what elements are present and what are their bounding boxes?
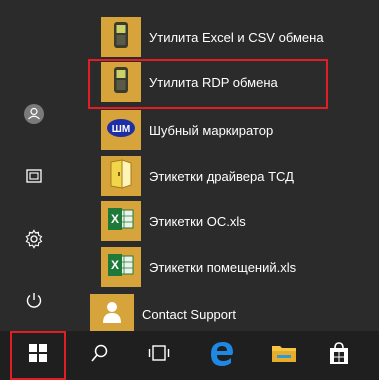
- app-label: Contact Support: [142, 306, 236, 322]
- app-tile: [101, 17, 141, 57]
- app-label: Утилита Excel и CSV обмена: [149, 29, 324, 45]
- shm-logo-icon: ШМ: [106, 118, 136, 143]
- app-label: Этикетки драйвера ТСД: [149, 168, 294, 184]
- store-button[interactable]: [315, 331, 363, 380]
- excel-icon: X: [107, 206, 135, 237]
- app-tile: [101, 156, 141, 196]
- app-item-excel-csv-utility[interactable]: Утилита Excel и CSV обмена: [93, 15, 365, 59]
- start-menu: Утилита Excel и CSV обмена Утилита RDP о…: [0, 0, 379, 334]
- settings-button[interactable]: [0, 221, 68, 261]
- power-button[interactable]: [0, 282, 68, 322]
- taskbar: [0, 331, 379, 380]
- app-label: Этикетки ОС.xls: [149, 213, 246, 229]
- handheld-scanner-icon: [112, 21, 130, 54]
- documents-button[interactable]: [0, 158, 68, 198]
- windows-start-icon: [29, 344, 47, 367]
- app-item-os-labels-xls[interactable]: X Этикетки ОС.xls: [93, 199, 365, 243]
- file-explorer-icon: [271, 342, 297, 369]
- svg-text:X: X: [111, 212, 119, 226]
- edge-browser-button[interactable]: [198, 331, 246, 380]
- start-button[interactable]: [10, 331, 66, 380]
- document-folder-icon: [109, 158, 133, 194]
- app-item-room-labels-xls[interactable]: X Этикетки помещений.xls: [93, 245, 365, 289]
- person-icon: [101, 300, 123, 329]
- app-item-tsd-labels[interactable]: Этикетки драйвера ТСД: [93, 154, 365, 198]
- settings-icon: [24, 228, 44, 254]
- user-account-button[interactable]: [0, 96, 68, 136]
- app-tile: X: [101, 201, 141, 241]
- task-view-button[interactable]: [135, 331, 183, 380]
- svg-text:X: X: [111, 258, 119, 272]
- user-icon: [23, 103, 45, 130]
- power-icon: [25, 291, 43, 314]
- file-explorer-button[interactable]: [260, 331, 308, 380]
- app-label: Шубный маркиратор: [149, 122, 274, 138]
- app-item-shm-markirator[interactable]: ШМ Шубный маркиратор: [93, 108, 365, 152]
- edge-icon: [208, 339, 236, 372]
- documents-icon: [25, 167, 43, 190]
- app-tile: ШМ: [101, 110, 141, 150]
- selection-highlight: [88, 59, 328, 109]
- task-view-icon: [148, 344, 170, 367]
- excel-icon: X: [107, 252, 135, 283]
- app-item-contact-support[interactable]: Contact Support: [90, 292, 362, 336]
- app-list: Утилита Excel и CSV обмена Утилита RDP о…: [90, 0, 365, 334]
- svg-text:ШМ: ШМ: [112, 124, 130, 135]
- search-button[interactable]: [76, 331, 124, 380]
- store-icon: [329, 341, 349, 370]
- app-tile: X: [101, 247, 141, 287]
- app-label: Этикетки помещений.xls: [149, 259, 297, 275]
- start-left-rail: [0, 0, 68, 331]
- search-icon: [90, 343, 110, 368]
- app-tile: [90, 294, 134, 334]
- start-menu-edge: [365, 0, 379, 331]
